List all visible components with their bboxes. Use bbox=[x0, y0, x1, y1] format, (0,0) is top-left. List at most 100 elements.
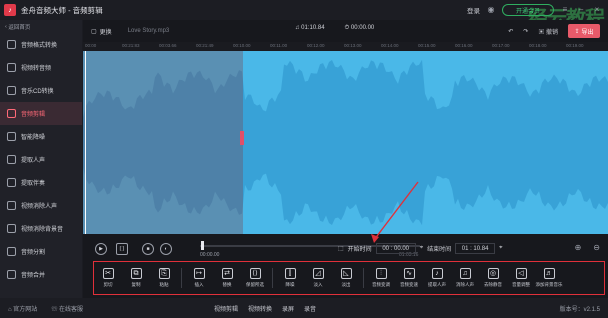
start-time-input[interactable]: 00 : 00.00 bbox=[375, 243, 416, 254]
format-icon bbox=[7, 40, 16, 49]
support-link[interactable]: ☏ 在线客服 bbox=[51, 304, 83, 313]
tool-label: 降噪 bbox=[285, 282, 295, 287]
tool-label: 淡入 bbox=[313, 282, 323, 287]
split-icon bbox=[7, 247, 16, 256]
avatar[interactable]: ◉ bbox=[486, 5, 496, 15]
sidebar-item-label: 音频分割 bbox=[21, 250, 46, 256]
ruler-tick: 00:00 bbox=[85, 43, 97, 48]
end-time-input[interactable]: 01 : 10.84 bbox=[455, 243, 496, 254]
speed-icon: ∿ bbox=[403, 268, 415, 279]
sidebar-item-label: 音乐CD转换 bbox=[21, 89, 54, 95]
sidebar-item-audio-edit[interactable]: 音频剪辑 bbox=[0, 102, 82, 125]
progress-knob[interactable] bbox=[201, 241, 204, 250]
close-icon[interactable]: × bbox=[592, 5, 602, 15]
fade-out-button[interactable]: ◺ 淡出 bbox=[332, 268, 360, 288]
statusbar-link[interactable]: 录屏 bbox=[282, 304, 294, 313]
video-icon bbox=[7, 63, 16, 72]
export-label: 导出 bbox=[581, 29, 594, 36]
export-button[interactable]: ⇪ 导出 bbox=[568, 24, 600, 38]
cd-icon bbox=[7, 86, 16, 95]
tool-separator bbox=[363, 268, 364, 288]
ruler-tick: 00:21:49 bbox=[196, 43, 214, 48]
app-window: ♪ 金舟音频大师 - 音频剪辑 经云教程 登录 ◉ 开通会员 ≡ – × ‹ 返… bbox=[0, 0, 608, 318]
playhead[interactable] bbox=[85, 51, 86, 234]
sidebar-item-cd[interactable]: 音乐CD转换 bbox=[0, 79, 82, 102]
tool-separator bbox=[272, 268, 273, 288]
tool-label: 保留所选 bbox=[246, 282, 264, 287]
replace-file-button[interactable]: ▢ 更换 bbox=[91, 27, 112, 36]
vip-button[interactable]: 开通会员 bbox=[502, 4, 554, 16]
sidebar-item-label: 视频消除人声 bbox=[21, 204, 58, 210]
scissors-button[interactable]: ✂ 剪切 bbox=[94, 268, 122, 288]
statusbar-link[interactable]: 录音 bbox=[304, 304, 316, 313]
fade-out-icon: ◺ bbox=[340, 268, 352, 279]
ruler-tick: 00:21:83 bbox=[122, 43, 140, 48]
remove-silence-button[interactable]: ◎ 去除静音 bbox=[479, 268, 507, 288]
sidebar-item-video-remove-vocal[interactable]: 视频消除人声 bbox=[0, 194, 82, 217]
replace-icon: ⇄ bbox=[221, 268, 233, 279]
redo-icon[interactable]: ↷ bbox=[523, 28, 528, 35]
statusbar-link[interactable]: 视频转换 bbox=[248, 304, 272, 313]
undo-button[interactable]: ▣ 撤销 bbox=[538, 27, 558, 36]
website-link[interactable]: ⌂ 官方网站 bbox=[8, 304, 37, 313]
tool-label: 提取人声 bbox=[428, 282, 446, 287]
minimize-icon[interactable]: – bbox=[576, 5, 586, 15]
version-label: 版本号：v2.1.5 bbox=[559, 307, 600, 313]
remove-vocal-icon: ♫ bbox=[459, 268, 471, 279]
add-music-button[interactable]: ♬ 添加背景音乐 bbox=[535, 268, 563, 288]
stop-icon[interactable]: ■ bbox=[142, 243, 154, 255]
keep-selection-button[interactable]: ⟨⟩ 保留所选 bbox=[241, 268, 269, 288]
ruler-tick: 00:03.66 bbox=[159, 43, 177, 48]
sidebar-item-denoise[interactable]: 智能降噪 bbox=[0, 125, 82, 148]
menu-icon[interactable]: ≡ bbox=[560, 5, 570, 15]
statusbar-link[interactable]: 视频剪辑 bbox=[214, 304, 238, 313]
selected-duration-value: 00:00.00 bbox=[350, 25, 375, 31]
play-selection-icon[interactable]: ⟦⟧ bbox=[116, 243, 128, 255]
login-link[interactable]: 登录 bbox=[467, 5, 480, 15]
sidebar-item-merge[interactable]: 音频合并 bbox=[0, 263, 82, 286]
end-pin-icon[interactable]: ⌖ bbox=[499, 245, 502, 252]
replace-button[interactable]: ⇄ 替换 bbox=[213, 268, 241, 288]
fade-in-button[interactable]: ◿ 淡入 bbox=[304, 268, 332, 288]
app-logo-icon: ♪ bbox=[4, 4, 16, 16]
total-duration-value: 01:10.84 bbox=[301, 25, 325, 31]
sidebar-item-label: 智能降噪 bbox=[21, 135, 46, 141]
scissors-icon: ✂ bbox=[102, 268, 114, 279]
noise-reduce-icon: ⫿ bbox=[284, 268, 296, 279]
selection-region[interactable] bbox=[83, 51, 243, 234]
denoise-icon bbox=[7, 132, 16, 141]
extract-vocal-button[interactable]: ♪ 提取人声 bbox=[423, 268, 451, 288]
selection-icon[interactable]: ⬚ bbox=[338, 245, 344, 252]
noise-reduce-button[interactable]: ⫿ 降噪 bbox=[276, 268, 304, 288]
sidebar-item-extract-accompaniment[interactable]: 提取伴奏 bbox=[0, 171, 82, 194]
waveform-area[interactable] bbox=[83, 51, 608, 234]
transport-bar: ▶ ⟦⟧ ■ ◐ 00:00.00 01:03.16 ⬚ 开始时间 00 : 0… bbox=[83, 238, 608, 260]
tool-label: 消除人声 bbox=[456, 282, 474, 287]
copy-button[interactable]: ⧉ 复制 bbox=[122, 268, 150, 288]
back-home-link[interactable]: ‹ 返回首页 bbox=[0, 20, 82, 33]
undo-icon[interactable]: ↶ bbox=[508, 28, 513, 35]
file-name: Love Story.mp3 bbox=[127, 28, 170, 34]
volume-button[interactable]: ◁ 音量调整 bbox=[507, 268, 535, 288]
volume-icon[interactable]: ◐ bbox=[160, 243, 172, 255]
insert-button[interactable]: ↦ 插入 bbox=[185, 268, 213, 288]
sidebar-item-split[interactable]: 音频分割 bbox=[0, 240, 82, 263]
sidebar-item-extract-vocal[interactable]: 提取人声 bbox=[0, 148, 82, 171]
remove-silence-icon: ◎ bbox=[487, 268, 499, 279]
extract-vocal-icon: ♪ bbox=[431, 268, 443, 279]
start-pin-icon[interactable]: ⌖ bbox=[420, 245, 423, 252]
sidebar-item-format-convert[interactable]: 音频格式转换 bbox=[0, 33, 82, 56]
zoom-out-icon[interactable]: ⊖ bbox=[593, 243, 600, 252]
sidebar-item-video-remove-bg[interactable]: 视频消除背景音 bbox=[0, 217, 82, 240]
pitch-button[interactable]: ⫶ 音频变调 bbox=[367, 268, 395, 288]
remove-vocal-button[interactable]: ♫ 消除人声 bbox=[451, 268, 479, 288]
selection-end-handle[interactable] bbox=[240, 131, 244, 145]
speed-button[interactable]: ∿ 音频变速 bbox=[395, 268, 423, 288]
sidebar: ‹ 返回首页 音频格式转换 视频转音频 音乐CD转换 音频剪辑 智能降噪 提取人… bbox=[0, 20, 82, 298]
ruler-tick: 00:14.00 bbox=[381, 43, 399, 48]
play-icon[interactable]: ▶ bbox=[95, 243, 107, 255]
zoom-in-icon[interactable]: ⊕ bbox=[575, 243, 582, 252]
sidebar-item-video-to-audio[interactable]: 视频转音频 bbox=[0, 56, 82, 79]
status-bar: ⌂ 官方网站 ☏ 在线客服 视频剪辑 视频转换 录屏 录音 版本号：v2.1.5 bbox=[0, 298, 608, 318]
paste-button[interactable]: ⎘ 粘贴 bbox=[150, 268, 178, 288]
